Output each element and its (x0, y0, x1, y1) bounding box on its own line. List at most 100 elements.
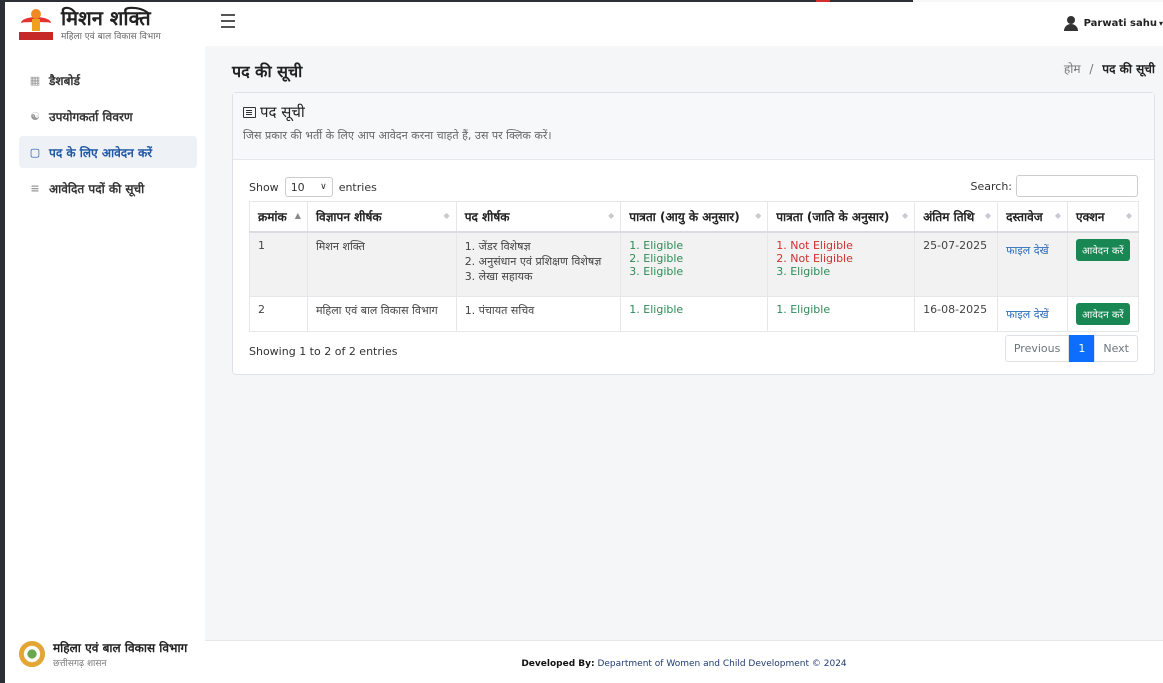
eligibility-status: 1. Eligible (629, 302, 684, 316)
cell-posts: 1. जेंडर विशेषज्ञ 2. अनुसंधान एवं प्रशिक… (455, 231, 622, 297)
table-controls: Show 10 ∨ entries Search: (249, 175, 1138, 197)
cell-action: आवेदन करें (1067, 295, 1139, 332)
sidebar-item-label: पद के लिए आवेदन करें (49, 145, 153, 160)
view-file-link[interactable]: फाइल देखें (1006, 243, 1049, 258)
column-header-document[interactable]: दस्तावेज ◆ (997, 201, 1069, 233)
column-header-post-title[interactable]: पद शीर्षक ◆ (455, 201, 622, 233)
post-item: 3. लेखा सहायक (464, 270, 533, 283)
eligibility-status: 2. Not Eligible (776, 252, 853, 265)
cell-eligibility-age: 1. Eligible (620, 295, 769, 332)
grid-icon: ▦ (29, 73, 41, 87)
eligibility-status: 3. Eligible (629, 265, 684, 278)
entries-control: Show 10 ∨ entries (249, 177, 377, 197)
chevron-down-icon: ▾ (1158, 18, 1163, 28)
user-name: Parwati sahu (1083, 17, 1157, 29)
sidebar-nav: ▦ डैशबोर्ड ☯ उपयोगकर्ता विवरण ▢ पद के लि… (5, 64, 205, 204)
card-title-text: पद सूची (260, 103, 305, 121)
user-menu[interactable]: Parwati sahu ▾ (1063, 16, 1163, 31)
list-icon: ≡ (30, 181, 40, 195)
table-info: Showing 1 to 2 of 2 entries (249, 345, 398, 358)
eligibility-status: 1. Eligible (629, 239, 684, 252)
user-icon: ☯ (30, 109, 40, 123)
cell-posts: 1. पंचायत सचिव (455, 295, 622, 332)
card-header: पद सूची जिस प्रकार की भर्ती के लिए आप आव… (233, 93, 1154, 160)
breadcrumb-home-link[interactable]: होम (1064, 62, 1081, 76)
breadcrumb-separator: / (1089, 62, 1094, 76)
show-label: Show (249, 180, 279, 194)
cell-advertisement: मिशन शक्ति (306, 231, 457, 297)
cell-last-date: 16-08-2025 (914, 295, 999, 332)
brand[interactable]: मिशन शक्ति महिला एवं बाल विकास विभाग (5, 2, 205, 46)
cell-advertisement: महिला एवं बाल विकास विभाग (306, 295, 457, 332)
brand-subtitle: महिला एवं बाल विकास विभाग (61, 31, 161, 42)
eligibility-status: 2. Eligible (629, 252, 684, 265)
pagination: Previous 1 Next (1004, 335, 1138, 362)
eligibility-status: 1. Not Eligible (776, 239, 853, 252)
sort-icon: ◆ (984, 211, 992, 220)
card-title: पद सूची (243, 102, 1144, 122)
table-row: 1 मिशन शक्ति 1. जेंडर विशेषज्ञ 2. अनुसंध… (249, 231, 1139, 297)
post-table: क्रमांक ▲ विज्ञापन शीर्षक ◆ पद शीर्षक ◆ पात… (249, 201, 1139, 332)
sort-icon: ◆ (608, 211, 615, 220)
view-file-link[interactable]: फाइल देखें (1006, 307, 1049, 322)
sort-icon: ◆ (755, 211, 762, 220)
post-list-card: पद सूची जिस प्रकार की भर्ती के लिए आप आव… (232, 92, 1155, 375)
document-icon: ▢ (29, 145, 41, 159)
sort-icon: ◆ (1125, 211, 1132, 220)
menu-toggle-icon[interactable] (221, 14, 235, 28)
cell-eligibility-caste: 1. Not Eligible 2. Not Eligible 3. Eligi… (767, 231, 916, 297)
sidebar-item-dashboard[interactable]: ▦ डैशबोर्ड (19, 64, 197, 96)
user-avatar-icon (1063, 16, 1078, 31)
mission-shakti-logo (19, 7, 53, 41)
sort-asc-icon: ▲ (294, 211, 301, 220)
column-header-serial[interactable]: क्रमांक ▲ (249, 201, 308, 233)
sort-icon: ◆ (901, 211, 909, 220)
entries-select[interactable]: 10 ∨ (284, 177, 333, 197)
sidebar-item-apply-post[interactable]: ▢ पद के लिए आवेदन करें (19, 136, 197, 168)
breadcrumb-current: पद की सूची (1102, 62, 1155, 76)
apply-button[interactable]: आवेदन करें (1076, 239, 1130, 261)
entries-select-value: 10 (290, 180, 305, 194)
cell-serial: 2 (249, 295, 308, 332)
sidebar-item-label: आवेदित पदों की सूची (49, 181, 145, 196)
table-header-row: क्रमांक ▲ विज्ञापन शीर्षक ◆ पद शीर्षक ◆ पात… (249, 201, 1139, 233)
sidebar-item-applied-posts[interactable]: ≡ आवेदित पदों की सूची (19, 172, 197, 204)
developed-by-label: Developed By: (521, 659, 595, 669)
list-alt-icon (243, 106, 256, 118)
chevron-down-icon: ∨ (320, 182, 327, 192)
column-header-eligibility-caste[interactable]: पात्रता (जाति के अनुसार) ◆ (767, 201, 916, 233)
developed-by-text: Department of Women and Child Developmen… (597, 659, 847, 669)
sidebar-item-user-details[interactable]: ☯ उपयोगकर्ता विवरण (19, 100, 197, 132)
brand-title: मिशन शक्ति (61, 5, 151, 30)
column-header-eligibility-age[interactable]: पात्रता (आयु के अनुसार) ◆ (620, 201, 769, 233)
cell-eligibility-caste: 1. Eligible (767, 295, 916, 332)
sort-icon: ◆ (443, 211, 450, 220)
pagination-previous[interactable]: Previous (1004, 335, 1070, 362)
pagination-page-1[interactable]: 1 (1069, 335, 1095, 362)
government-seal-icon (19, 641, 45, 667)
cell-eligibility-age: 1. Eligible 2. Eligible 3. Eligible (620, 231, 769, 297)
search-input[interactable] (1016, 175, 1138, 197)
cell-document: फाइल देखें (997, 231, 1069, 297)
sidebar: मिशन शक्ति महिला एवं बाल विकास विभाग ▦ ड… (5, 2, 205, 683)
sort-icon: ◆ (1054, 211, 1062, 220)
government-name: छत्तीसगढ़ शासन (53, 659, 107, 669)
cell-serial: 1 (249, 231, 308, 297)
apply-button[interactable]: आवेदन करें (1076, 302, 1130, 325)
column-header-advertisement[interactable]: विज्ञापन शीर्षक ◆ (306, 201, 457, 233)
eligibility-status: 1. Eligible (776, 302, 831, 316)
card-subtitle: जिस प्रकार की भर्ती के लिए आप आवेदन करना… (243, 129, 552, 142)
sidebar-item-label: डैशबोर्ड (49, 73, 80, 88)
pagination-next[interactable]: Next (1094, 335, 1138, 362)
eligibility-status: 3. Eligible (776, 265, 831, 278)
sidebar-item-label: उपयोगकर्ता विवरण (49, 109, 133, 124)
top-navbar: Parwati sahu ▾ (205, 2, 1163, 46)
entries-label: entries (338, 180, 377, 194)
column-header-last-date[interactable]: अंतिम तिथि ◆ (914, 201, 999, 233)
sidebar-footer: महिला एवं बाल विकास विभाग छत्तीसगढ़ शासन (19, 639, 187, 669)
table-row: 2 महिला एवं बाल विकास विभाग 1. पंचायत सच… (249, 295, 1139, 332)
department-name: महिला एवं बाल विकास विभाग (53, 641, 188, 655)
cell-action: आवेदन करें (1067, 231, 1139, 297)
breadcrumb: होम / पद की सूची (1064, 60, 1155, 77)
column-header-action[interactable]: एक्शन ◆ (1067, 201, 1139, 233)
